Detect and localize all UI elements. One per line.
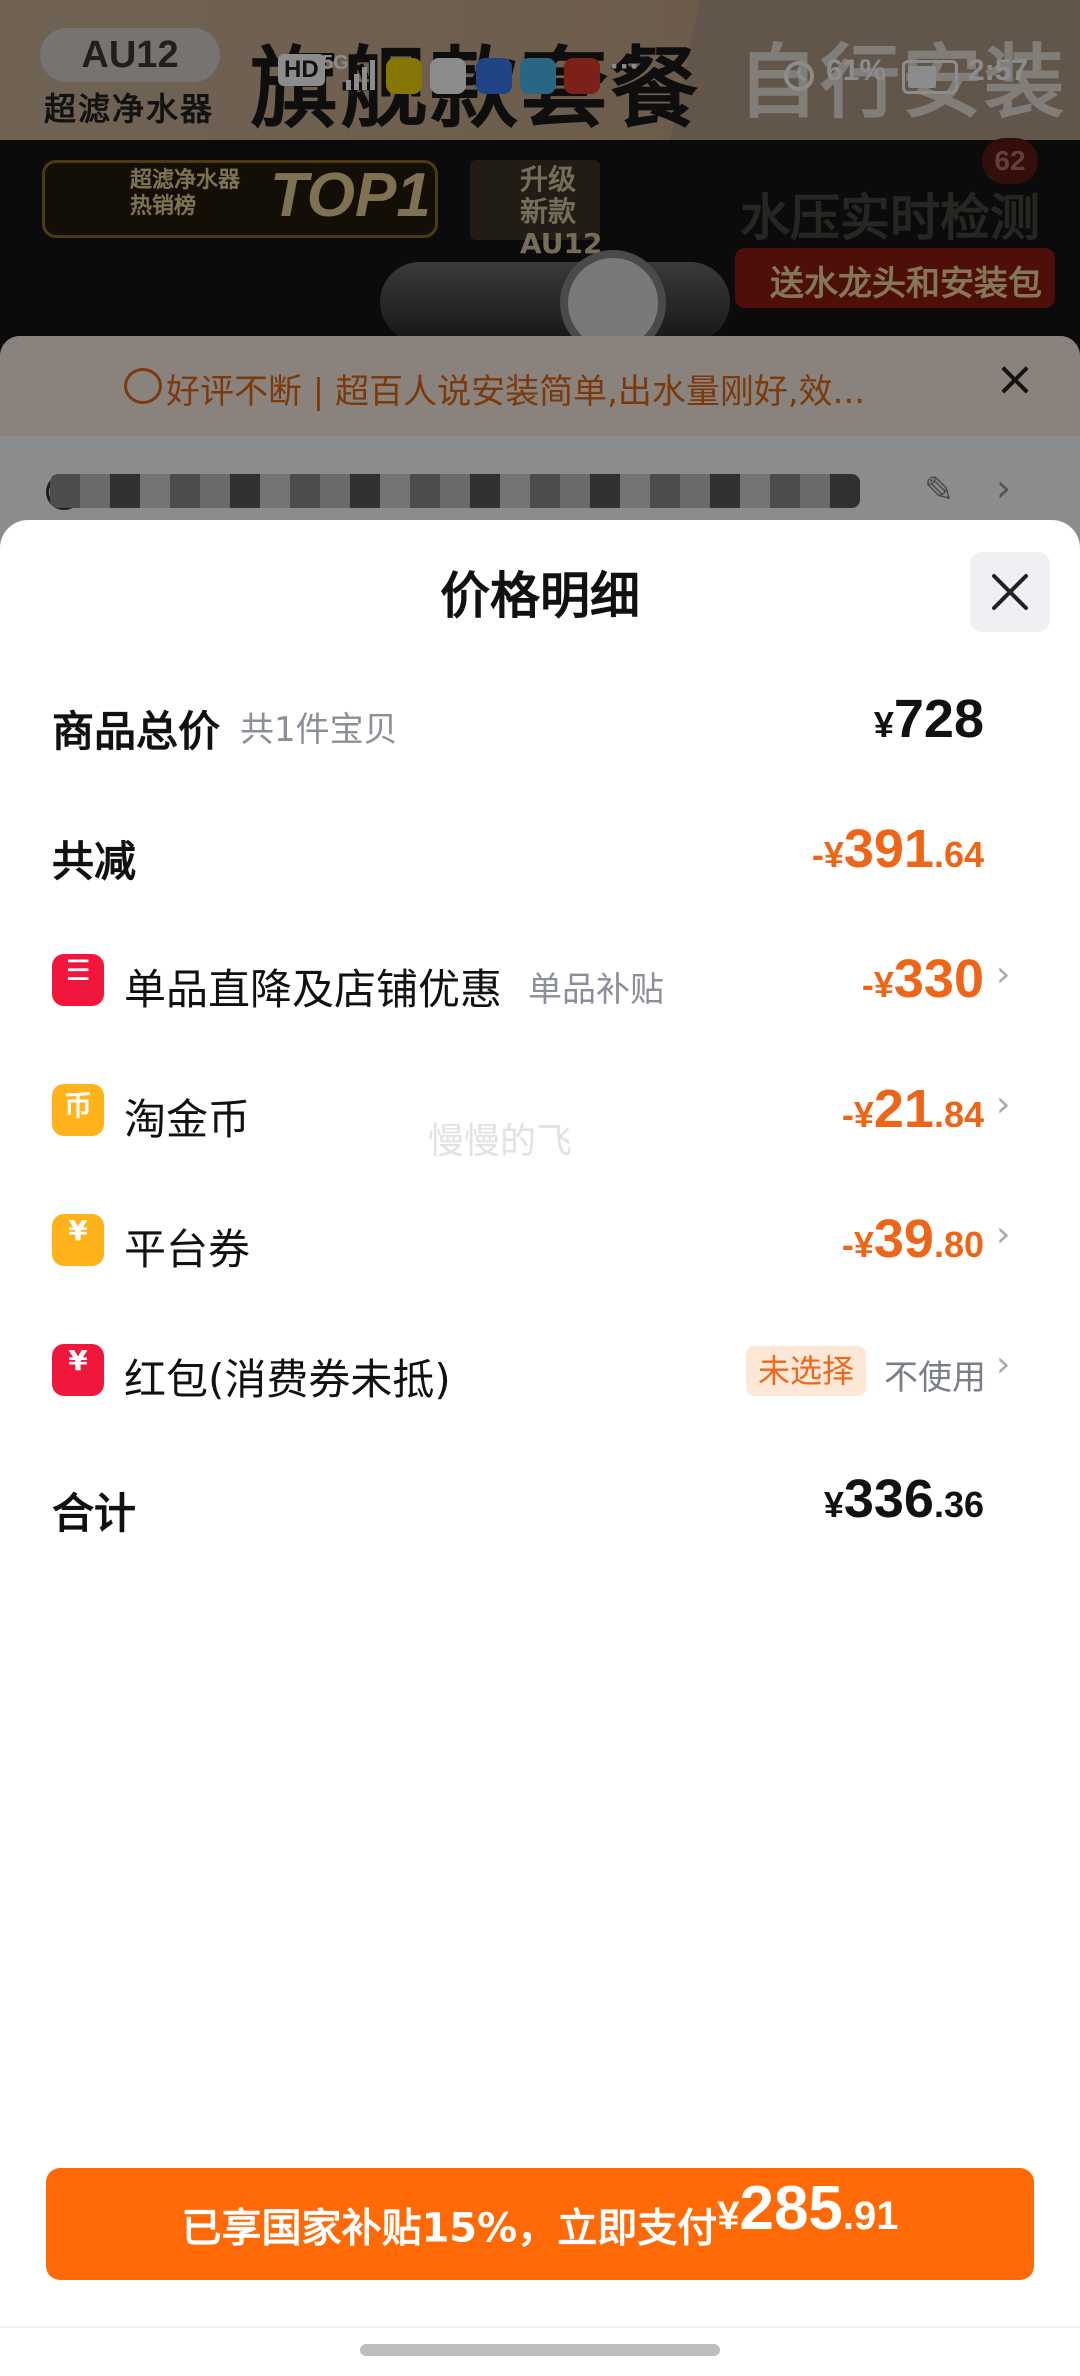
row-total-reduction: 共减 -¥391.64: [0, 810, 1080, 890]
currency-sign: ¥: [717, 2194, 740, 2238]
chevron-right-icon: ›: [996, 1344, 1011, 1385]
price-detail-sheet: [0, 520, 1080, 2376]
row-sum: 合计 ¥336.36: [0, 1460, 1080, 1540]
platform-coupon-amount: -¥39.80: [842, 1208, 984, 1270]
amount-decimal: .64: [933, 834, 984, 875]
currency-sign: ¥: [873, 704, 894, 745]
coupon-icon: ¥: [52, 1214, 104, 1266]
single-discount-amount: -¥330: [862, 948, 984, 1010]
tao-coin-label: 淘金币: [124, 1095, 251, 1144]
chevron-right-icon: ›: [996, 1214, 1011, 1255]
close-icon: [992, 574, 1028, 610]
unselected-badge: 未选择: [746, 1346, 867, 1396]
red-packet-icon: ¥: [52, 1344, 104, 1396]
amount-integer: 39: [873, 1209, 934, 1269]
platform-coupon-label: 平台券: [124, 1225, 251, 1274]
row-single-discount[interactable]: ☰ 单品直降及店铺优惠 单品补贴 -¥330 ›: [0, 940, 1080, 1020]
pay-button-label: 已享国家补贴15%，立即支付: [181, 2205, 718, 2252]
amount-decimal: .80: [933, 1224, 984, 1265]
single-discount-sub: 单品补贴: [528, 970, 664, 1010]
amount-integer: 728: [893, 689, 984, 749]
currency-sign: -¥: [841, 1094, 874, 1135]
pay-amount-integer: 285: [739, 2174, 843, 2243]
currency-sign: -¥: [861, 964, 894, 1005]
amount-integer: 336: [843, 1469, 934, 1529]
pay-now-button[interactable]: 已享国家补贴15%，立即支付¥285.91: [46, 2168, 1034, 2280]
bottom-divider: [0, 2326, 1080, 2328]
chevron-right-icon: ›: [996, 1084, 1011, 1125]
row-goods-total: 商品总价 共1件宝贝 ¥728: [0, 680, 1080, 760]
goods-total-label: 商品总价: [52, 707, 221, 756]
row-platform-coupon[interactable]: ¥ 平台券 -¥39.80 ›: [0, 1200, 1080, 1280]
home-indicator[interactable]: [360, 2344, 720, 2356]
shop-discount-icon: ☰: [52, 954, 104, 1006]
sheet-title: 价格明细: [440, 567, 640, 625]
goods-count: 共1件宝贝: [240, 710, 398, 750]
goods-total-amount: ¥728: [874, 688, 984, 750]
amount-decimal: .36: [933, 1484, 984, 1525]
currency-sign: -¥: [841, 1224, 874, 1265]
amount-integer: 391: [843, 819, 934, 879]
currency-sign: ¥: [823, 1484, 844, 1525]
close-button[interactable]: [970, 552, 1050, 632]
total-reduction-label: 共减: [52, 837, 137, 886]
sum-label: 合计: [52, 1489, 137, 1538]
sum-amount: ¥336.36: [824, 1468, 984, 1530]
pay-amount-decimal: .91: [842, 2194, 899, 2238]
pay-button-content: 已享国家补贴15%，立即支付¥285.91: [46, 2168, 1034, 2280]
coin-icon: 币: [52, 1084, 104, 1136]
modal-backdrop[interactable]: [0, 0, 1080, 560]
tao-coin-amount: -¥21.84: [842, 1078, 984, 1140]
total-reduction-amount: -¥391.64: [812, 818, 984, 880]
chevron-right-icon: ›: [996, 954, 1011, 995]
amount-integer: 21: [873, 1079, 934, 1139]
single-discount-label: 单品直降及店铺优惠: [124, 965, 503, 1014]
amount-decimal: .84: [933, 1094, 984, 1135]
amount-integer: 330: [893, 949, 984, 1009]
red-packet-label: 红包(消费券未抵): [124, 1355, 451, 1404]
not-use-option[interactable]: 不使用: [884, 1350, 986, 1399]
currency-sign: -¥: [811, 834, 844, 875]
watermark: 慢慢的飞: [428, 1121, 573, 1162]
